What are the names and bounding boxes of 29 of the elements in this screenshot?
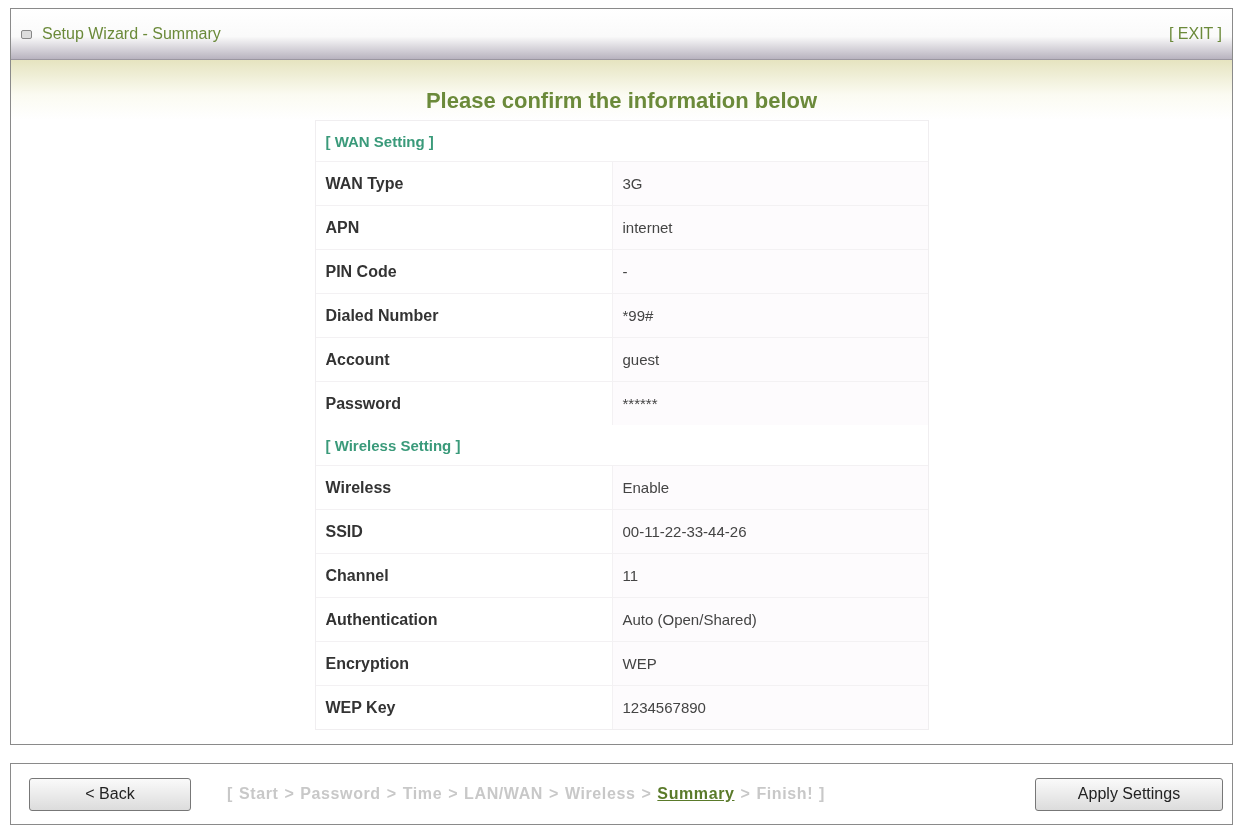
window-icon bbox=[21, 29, 32, 39]
wizard-step: Summary bbox=[657, 785, 735, 803]
bracket: [ bbox=[227, 785, 233, 803]
heading: Please confirm the information below bbox=[425, 88, 818, 114]
field-value: internet bbox=[611, 206, 928, 249]
step-separator: > bbox=[548, 785, 559, 803]
step-separator: > bbox=[448, 785, 459, 803]
field-value: WEP bbox=[611, 642, 928, 685]
field-value: guest bbox=[611, 338, 928, 381]
step-separator: > bbox=[740, 785, 751, 803]
field-value: Enable bbox=[611, 466, 928, 509]
apply-settings-button[interactable]: Apply Settings bbox=[1035, 777, 1223, 811]
field-value: - bbox=[611, 250, 928, 293]
field-value: 3G bbox=[611, 162, 928, 205]
step-separator: > bbox=[386, 785, 397, 803]
window-title: Setup Wizard - Summary bbox=[42, 25, 222, 43]
back-button[interactable]: < Back bbox=[29, 777, 191, 811]
field-value: 11 bbox=[611, 554, 928, 597]
field-value: ****** bbox=[611, 382, 928, 425]
section-title: [ Wireless Setting ] bbox=[325, 436, 461, 454]
field-value: 00-11-22-33-44-26 bbox=[611, 510, 928, 553]
step-separator: > bbox=[284, 785, 295, 803]
bracket: ] bbox=[819, 785, 825, 803]
exit-link[interactable]: [ EXIT ] bbox=[1168, 25, 1222, 43]
step-separator: > bbox=[641, 785, 652, 803]
field-value: Auto (Open/Shared) bbox=[611, 598, 928, 641]
section-title: [ WAN Setting ] bbox=[325, 132, 434, 150]
field-value: 1234567890 bbox=[611, 686, 928, 729]
field-value: *99# bbox=[611, 294, 928, 337]
